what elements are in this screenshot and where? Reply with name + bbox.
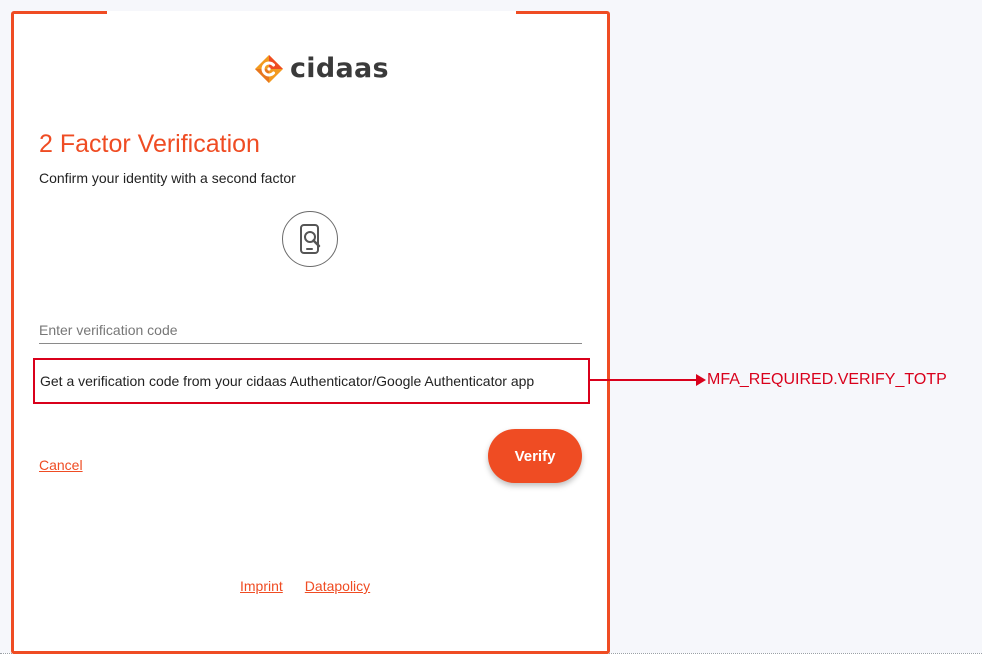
footer-links: Imprint Datapolicy: [240, 578, 370, 594]
phone-search-glyph: [300, 224, 321, 254]
page-subtitle: Confirm your identity with a second fact…: [39, 170, 296, 186]
totp-hint-text: Get a verification code from your cidaas…: [40, 373, 535, 389]
verify-button[interactable]: Verify: [488, 429, 582, 483]
imprint-link[interactable]: Imprint: [240, 578, 283, 594]
annotation-arrow-icon: [696, 374, 706, 386]
cancel-link[interactable]: Cancel: [39, 457, 83, 473]
phone-search-icon: [282, 211, 338, 267]
cidaas-logo: cidaas: [254, 54, 389, 84]
annotation-label: MFA_REQUIRED.VERIFY_TOTP: [707, 371, 947, 388]
logo-text: cidaas: [290, 53, 389, 84]
totp-hint-highlight: Get a verification code from your cidaas…: [33, 358, 590, 404]
card-top-edge: [107, 11, 516, 14]
annotation-line: [590, 379, 700, 381]
verification-code-input[interactable]: [39, 316, 582, 344]
datapolicy-link[interactable]: Datapolicy: [305, 578, 370, 594]
page-title: 2 Factor Verification: [39, 130, 260, 158]
cidaas-logo-icon: [255, 55, 283, 83]
